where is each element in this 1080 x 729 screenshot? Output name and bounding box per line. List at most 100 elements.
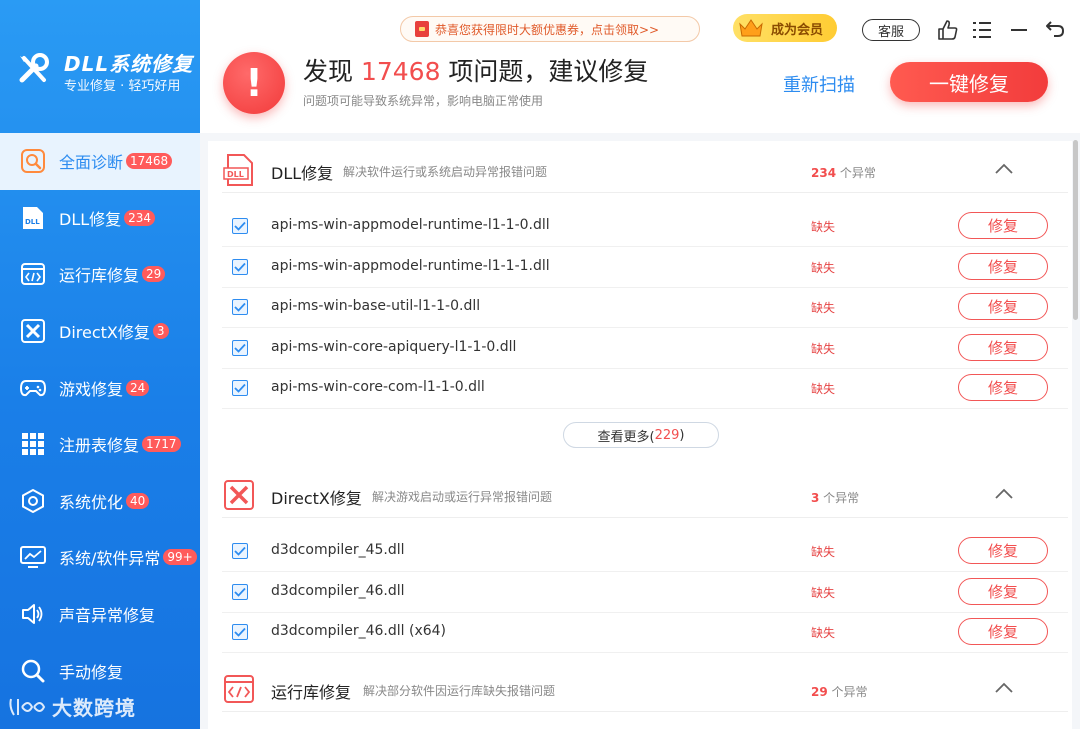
sidebar-item-diagnose[interactable]: 全面诊断 17468 [0,133,200,190]
monitor-icon [20,544,46,570]
section-title: DirectX修复 [271,489,362,508]
coupon-banner[interactable]: 恭喜您获得限时大额优惠券，点击领取>> [400,16,700,42]
alert-icon: ! [223,52,285,114]
section-title: DLL修复 [271,164,334,183]
section-title: 运行库修复 [271,683,352,702]
checkbox[interactable] [232,218,248,234]
speaker-icon [20,601,46,627]
table-row: d3dcompiler_46.dll (x64) 缺失 修复 [222,612,1068,653]
section-count: 234 个异常 [811,164,876,181]
sidebar-item-label: 注册表修复 [59,436,140,456]
sidebar-item-label: 运行库修复 [59,266,140,286]
section-count-value: 234 [811,166,837,180]
summary-headline: 发现 17468 项问题，建议修复 [303,52,648,88]
checkbox[interactable] [232,299,248,315]
section-count-suffix: 个异常 [827,685,868,699]
section-desc: 解决游戏启动或运行异常报错问题 [372,490,553,504]
diagnose-icon [20,148,46,174]
count-badge: 234 [124,209,156,226]
status-text: 缺失 [811,261,836,275]
checkbox[interactable] [232,584,248,600]
file-name: api-ms-win-core-apiquery-l1-1-0.dll [271,339,517,355]
fix-button[interactable]: 修复 [958,374,1048,401]
chevron-up-icon[interactable] [992,676,1016,700]
table-row: d3dcompiler_46.dll 缺失 修复 [222,572,1068,613]
brand: DLL系统修复 专业修复 · 轻巧好用 [14,40,200,100]
file-name: d3dcompiler_46.dll [271,583,405,599]
sidebar-item-runtime[interactable]: 运行库修复 29 [0,246,200,303]
sidebar-item-registry[interactable]: 注册表修复 1717 [0,416,200,473]
watermark-text: 大数跨境 [52,696,136,720]
directx-icon [20,318,46,344]
red-envelope-icon [415,21,429,37]
status-text: 缺失 [811,301,836,315]
minimize-icon[interactable] [1007,18,1031,42]
customer-service-button[interactable]: 客服 [862,19,920,41]
status-text: 缺失 [811,220,836,234]
sidebar-item-label: 游戏修复 [59,379,124,399]
section-desc: 解决软件运行或系统启动异常报错问题 [343,165,548,179]
fix-all-button[interactable]: 一键修复 [890,62,1048,102]
svg-text:DLL: DLL [25,218,40,226]
count-badge: 17468 [126,153,173,170]
file-name: api-ms-win-appmodel-runtime-l1-1-0.dll [271,217,550,233]
sidebar-item-optimize[interactable]: 系统优化 40 [0,473,200,530]
sidebar-item-sound[interactable]: 声音异常修复 [0,586,200,643]
checkbox[interactable] [232,624,248,640]
registry-icon [20,431,46,457]
manual-search-icon [20,658,46,684]
fix-button[interactable]: 修复 [958,618,1048,645]
table-row: api-ms-win-appmodel-runtime-l1-1-0.dll 缺… [222,206,1068,247]
runtime-icon [20,261,46,287]
fix-button[interactable]: 修复 [958,334,1048,361]
sidebar-item-label: 手动修复 [59,662,124,682]
count-badge: 40 [126,492,150,509]
dll-file-icon: DLL [223,154,253,186]
become-member-button[interactable]: 成为会员 [733,14,837,42]
section-header-runtime: 运行库修复 解决部分软件因运行库缺失报错问题 29 个异常 [222,668,1068,712]
tools-logo-icon [19,53,49,83]
sidebar-item-label: 系统优化 [59,492,124,512]
count-badge: 99+ [163,549,197,566]
sidebar-item-system-exception[interactable]: 系统/软件异常 99+ [0,529,200,586]
count-badge: 29 [142,266,166,283]
rescan-button[interactable]: 重新扫描 [783,71,855,97]
sidebar-item-directx[interactable]: DirectX修复 3 [0,303,200,360]
view-more-close: ) [679,427,685,443]
sidebar-item-game[interactable]: 游戏修复 24 [0,359,200,416]
checkbox[interactable] [232,340,248,356]
thumbs-up-icon[interactable] [936,18,960,42]
summary-suffix: 项问题，建议修复 [440,57,649,86]
checkbox[interactable] [232,543,248,559]
menu-list-icon[interactable] [970,18,994,42]
chevron-up-icon[interactable] [992,157,1016,181]
fix-button[interactable]: 修复 [958,253,1048,280]
scrollbar[interactable] [1073,140,1078,320]
checkbox[interactable] [232,380,248,396]
optimize-icon [20,488,46,514]
fix-button[interactable]: 修复 [958,293,1048,320]
file-name: api-ms-win-base-util-l1-1-0.dll [271,298,481,314]
back-icon[interactable] [1043,18,1067,42]
view-more-button[interactable]: 查看更多(229) [563,422,719,448]
view-more-count: 229 [654,427,680,443]
member-label: 成为会员 [771,22,824,38]
chevron-up-icon[interactable] [992,482,1016,506]
fix-button[interactable]: 修复 [958,578,1048,605]
summary-subtitle: 问题项可能导致系统异常，影响电脑正常使用 [303,94,544,108]
fix-button[interactable]: 修复 [958,212,1048,239]
sidebar-item-dll[interactable]: DLL DLL修复 234 [0,190,200,247]
table-row: api-ms-win-appmodel-runtime-l1-1-1.dll 缺… [222,247,1068,288]
fix-button[interactable]: 修复 [958,537,1048,564]
sidebar-item-label: 系统/软件异常 [59,549,161,569]
sidebar-item-label: 声音异常修复 [59,606,156,626]
section-count-suffix: 个异常 [836,166,876,180]
checkbox[interactable] [232,259,248,275]
watermark: 大数跨境 [8,692,136,721]
section-count: 3 个异常 [811,489,859,506]
status-text: 缺失 [811,382,836,396]
crown-icon [739,19,763,37]
status-text: 缺失 [811,626,836,640]
sidebar-item-manual[interactable]: 手动修复 [0,642,200,699]
sidebar-item-label: 全面诊断 [59,153,124,173]
